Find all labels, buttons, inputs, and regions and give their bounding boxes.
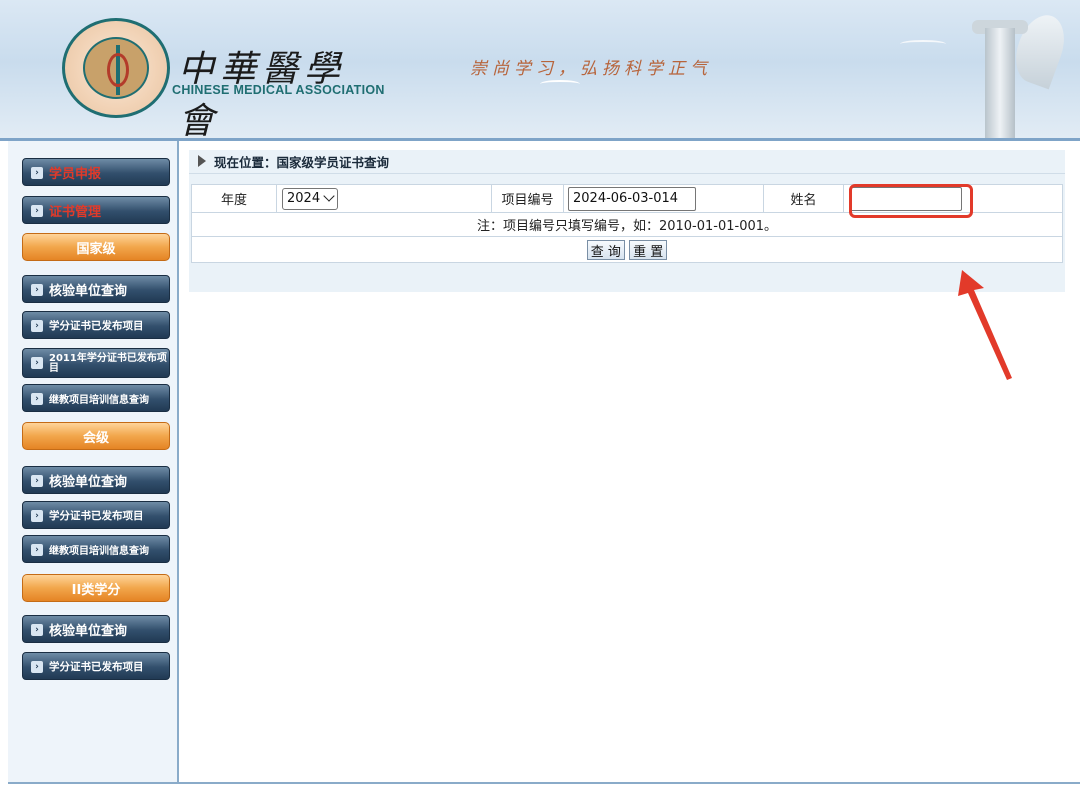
breadcrumb-divider <box>189 173 1065 174</box>
sidebar-item-class2-verify-unit[interactable]: › 核验单位查询 <box>22 615 170 643</box>
dove-decoration <box>540 80 580 88</box>
arrow-right-icon: › <box>31 475 43 487</box>
sidebar-item-national-2011[interactable]: › 2011年学分证书已发布项目 <box>22 348 170 378</box>
reset-button[interactable]: 重 置 <box>629 239 668 260</box>
annotation-highlight-box <box>849 184 973 218</box>
en-logo-text: CHINESE MEDICAL ASSOCIATION <box>172 83 385 97</box>
dove-decoration <box>900 40 946 48</box>
arrow-right-icon: › <box>31 284 43 296</box>
section-association[interactable]: 会级 <box>22 422 170 450</box>
sidebar: › 学员申报 › 证书管理 国家级 › 核验单位查询 › 学分证书已发布项目 ›… <box>8 141 179 782</box>
arrow-right-icon: › <box>31 544 43 556</box>
arrow-right-icon: › <box>31 661 43 673</box>
arrow-right-icon: › <box>31 393 43 405</box>
chevron-down-icon <box>323 190 335 202</box>
section-national[interactable]: 国家级 <box>22 233 170 261</box>
sidebar-item-national-published[interactable]: › 学分证书已发布项目 <box>22 311 170 339</box>
project-number-label: 项目编号 <box>491 184 564 213</box>
sidebar-item-assoc-training[interactable]: › 继教项目培训信息查询 <box>22 535 170 563</box>
cma-emblem-logo <box>62 18 170 118</box>
sidebar-item-national-training[interactable]: › 继教项目培训信息查询 <box>22 384 170 412</box>
play-triangle-icon <box>198 155 206 167</box>
year-select[interactable]: 2024 <box>282 187 338 210</box>
header-banner: 中華醫學會 CHINESE MEDICAL ASSOCIATION 崇尚学习，弘… <box>0 0 1080 138</box>
sidebar-item-cert-manage[interactable]: › 证书管理 <box>22 196 170 224</box>
breadcrumb: 现在位置：国家级学员证书查询 <box>196 151 389 171</box>
year-label: 年度 <box>191 184 277 213</box>
arrow-right-icon: › <box>31 510 43 522</box>
huabiao-pillar-decoration <box>985 28 1015 138</box>
name-label: 姓名 <box>763 184 844 213</box>
arrow-right-icon: › <box>31 624 43 636</box>
annotation-arrow-icon <box>958 270 1012 380</box>
motto-text: 崇尚学习，弘扬科学正气 <box>470 59 712 79</box>
arrow-right-icon: › <box>31 205 43 217</box>
arrow-right-icon: › <box>31 320 43 332</box>
footer-divider <box>8 782 1080 784</box>
arrow-right-icon: › <box>31 357 43 369</box>
query-button[interactable]: 查 询 <box>586 239 625 260</box>
sidebar-item-student-apply[interactable]: › 学员申报 <box>22 158 170 186</box>
project-number-input[interactable] <box>568 186 696 211</box>
section-class-two-credits[interactable]: II类学分 <box>22 574 170 602</box>
sidebar-item-class2-published[interactable]: › 学分证书已发布项目 <box>22 652 170 680</box>
arrow-right-icon: › <box>31 167 43 179</box>
sidebar-item-assoc-published[interactable]: › 学分证书已发布项目 <box>22 501 170 529</box>
form-row-actions: 查 询 重 置 <box>191 236 1063 263</box>
sidebar-item-national-verify-unit[interactable]: › 核验单位查询 <box>22 275 170 303</box>
cn-logo-text: 中華醫學會 <box>178 49 347 138</box>
sidebar-item-assoc-verify-unit[interactable]: › 核验单位查询 <box>22 466 170 494</box>
